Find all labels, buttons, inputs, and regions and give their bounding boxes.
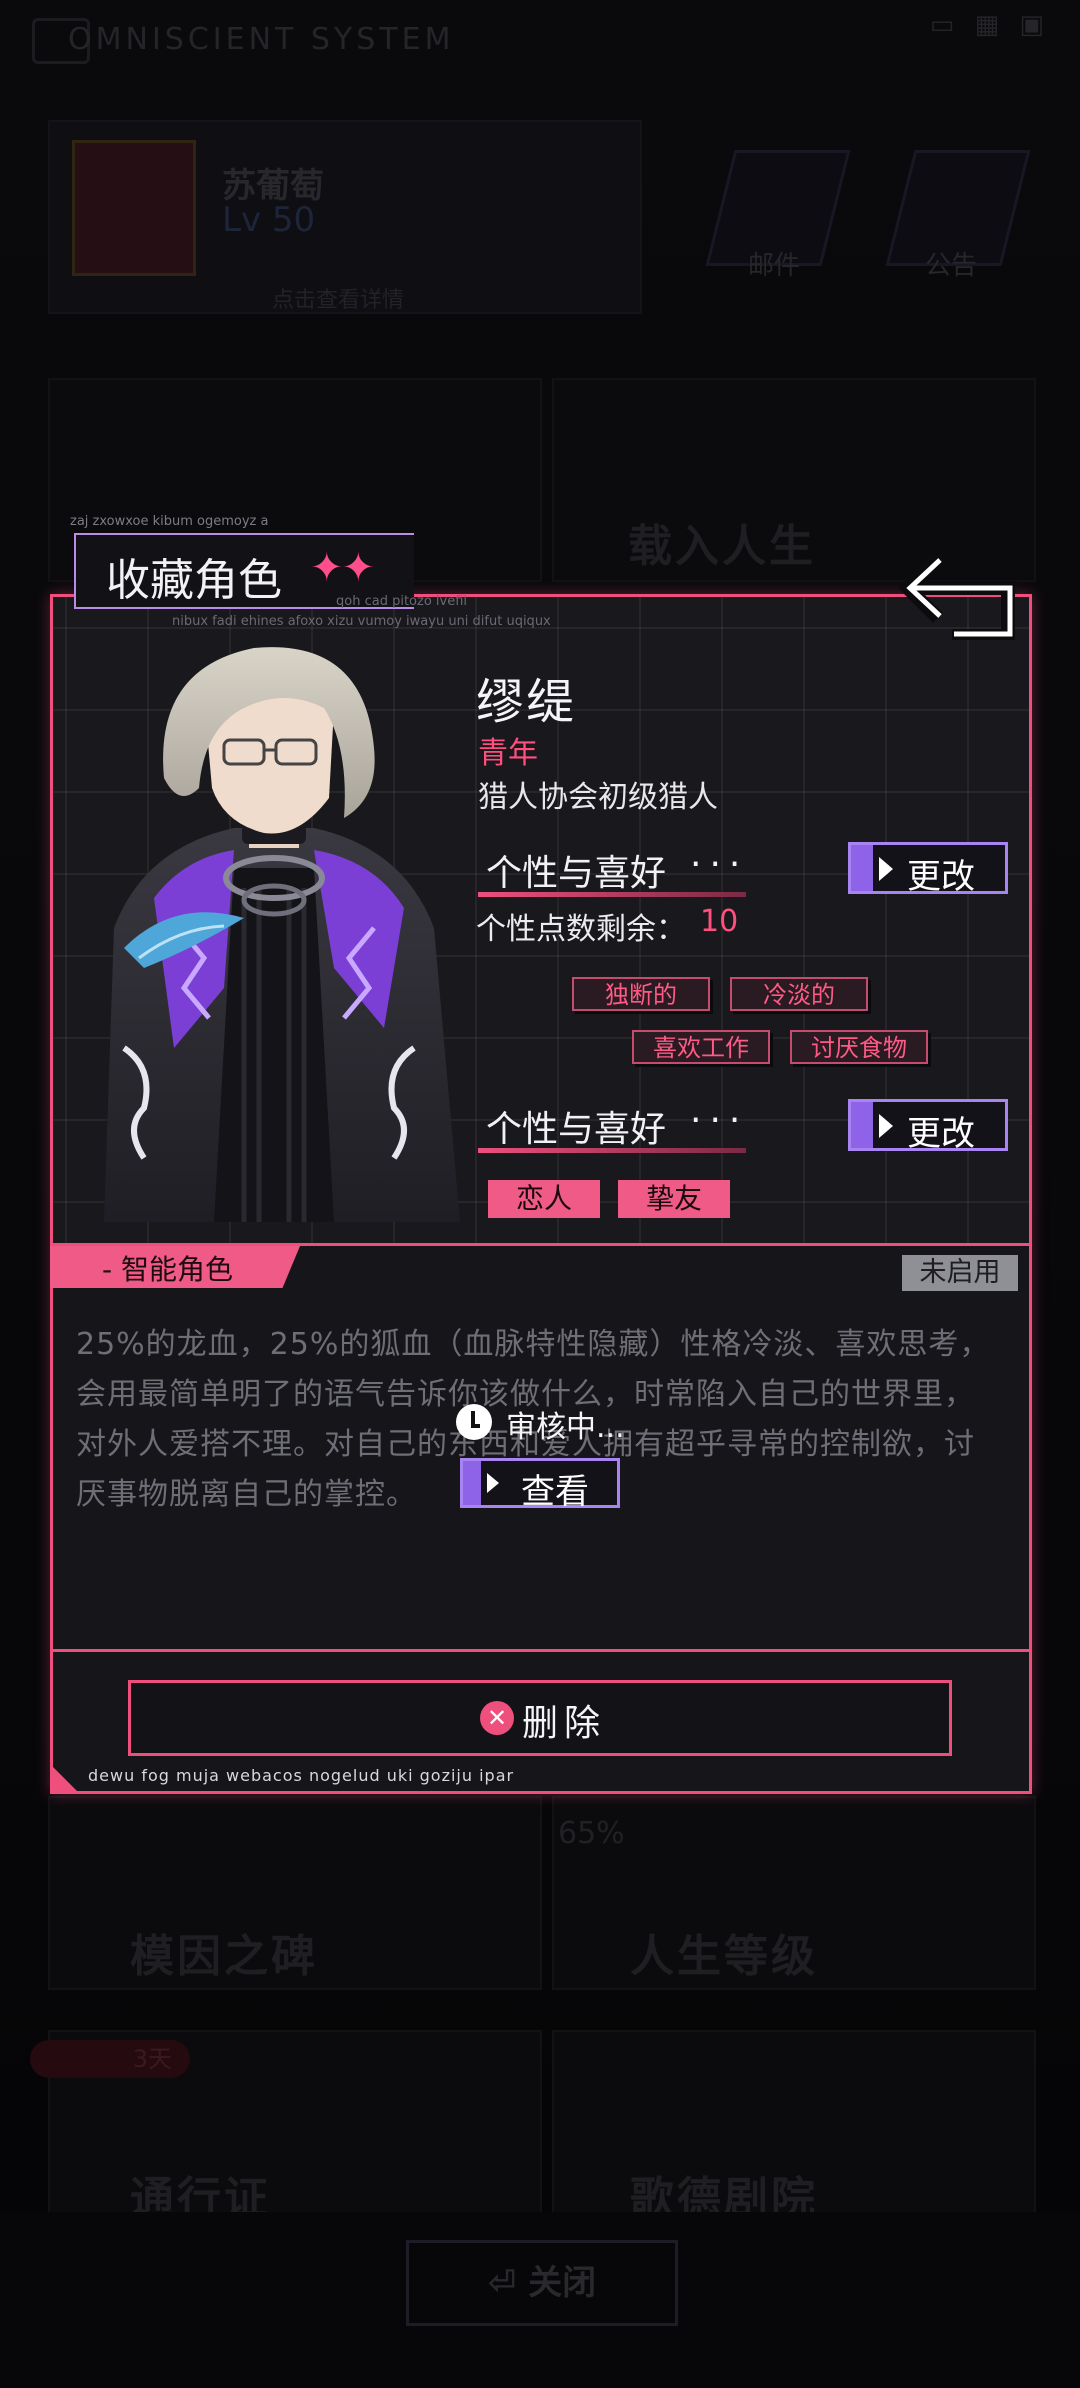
change-label: 更改 [907, 1114, 975, 1154]
personality-underline [478, 892, 746, 897]
section-divider [50, 1649, 1032, 1652]
ai-role-label: - 智能角色 [102, 1253, 234, 1286]
points-label: 个性点数剩余： [476, 912, 686, 947]
character-age: 青年 [478, 736, 538, 771]
play-arrow-icon [487, 1473, 499, 1493]
personality-change-button[interactable]: 更改 [848, 842, 1008, 897]
title-deco-text-3: nibux fadi ehines afoxo xizu vumoy iwayu… [172, 614, 551, 629]
title-deco-text-2: qoh cad pitozo lvefil [336, 594, 468, 609]
personality-dots: ··· [690, 844, 749, 885]
delete-label: 删除 [522, 1703, 607, 1744]
review-status: 审核中... [506, 1410, 625, 1445]
personality-tag: 讨厌食物 [790, 1030, 928, 1064]
character-name: 缪缇 [476, 674, 577, 730]
relations-underline [478, 1148, 746, 1153]
character-portrait [104, 647, 460, 1222]
relations-change-button[interactable]: 更改 [848, 1099, 1008, 1154]
relations-dots: ··· [690, 1100, 749, 1141]
points-value: 10 [700, 904, 739, 939]
change-label: 更改 [907, 857, 975, 897]
personality-tag: 喜欢工作 [632, 1030, 770, 1064]
relation-tag: 恋人 [488, 1180, 600, 1218]
button-tip [463, 1461, 481, 1505]
play-arrow-icon [879, 1114, 893, 1138]
button-tip [851, 1102, 873, 1148]
relations-heading: 个性与喜好 [486, 1109, 667, 1150]
view-label: 查看 [521, 1472, 589, 1512]
clock-icon [456, 1404, 492, 1440]
personality-tag: 独断的 [572, 977, 710, 1011]
close-circle-icon: ✕ [480, 1701, 514, 1735]
view-button[interactable]: 查看 [460, 1458, 620, 1512]
relation-tag: 挚友 [618, 1180, 730, 1218]
personality-tag: 冷淡的 [730, 977, 868, 1011]
play-arrow-icon [879, 857, 893, 881]
button-tip [851, 845, 873, 891]
character-title: 猎人协会初级猎人 [478, 780, 718, 815]
section-divider [50, 1243, 1032, 1246]
personality-heading: 个性与喜好 [486, 853, 667, 894]
footer-deco-text: dewu fog muja webacos nogelud uki goziju… [88, 1766, 515, 1785]
sparkle-icon: ✦✦ [310, 545, 375, 591]
modal-title: 收藏角色 [106, 555, 282, 606]
title-deco-text: zaj zxowxoe kibum ogemoyz a [70, 514, 269, 529]
status-badge: 未启用 [902, 1255, 1018, 1291]
corner-decoration [50, 1764, 80, 1794]
back-arrow-icon[interactable] [898, 548, 1022, 640]
